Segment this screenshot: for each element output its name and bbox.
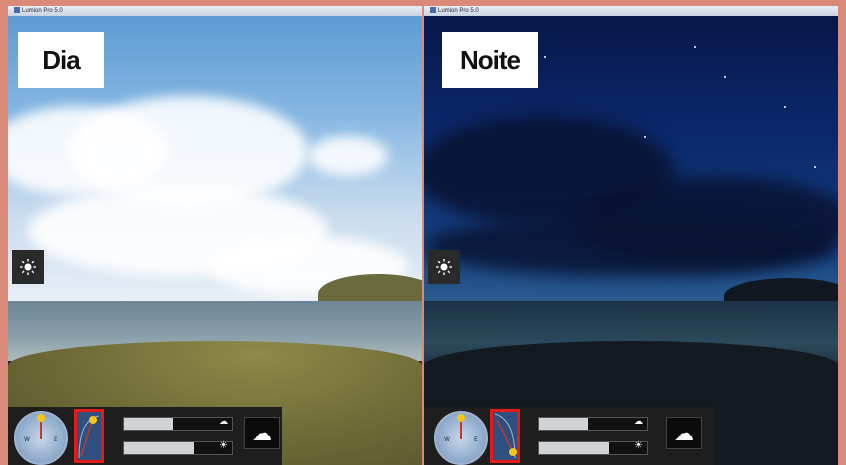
slider-fill [539, 442, 610, 454]
window-title: Lumion Pro 5.0 [22, 8, 63, 14]
compass-icon[interactable]: W E [14, 411, 68, 465]
cloud-icon: ☁ [252, 421, 272, 445]
sun-toggle-button[interactable] [12, 250, 44, 284]
weather-preset-button[interactable]: ☁ [244, 417, 280, 449]
app-icon [430, 7, 436, 13]
compass-icon[interactable]: W E [434, 411, 488, 465]
star [784, 106, 786, 108]
slider-fill [124, 418, 173, 430]
star [724, 76, 726, 78]
app-icon [14, 7, 20, 13]
window-titlebar: Lumion Pro 5.0 [8, 6, 422, 16]
star [814, 166, 816, 168]
sun-icon [20, 259, 36, 275]
window-titlebar: Lumion Pro 5.0 [424, 6, 838, 16]
night-viewport-panel: Lumion Pro 5.0 Noite W E ☁ ☀ ☁ [424, 6, 838, 465]
star [644, 136, 646, 138]
svg-text:E: E [54, 436, 58, 443]
sun-height-control[interactable] [490, 409, 520, 463]
cloud-icon: ☁ [219, 417, 228, 427]
dark-cloud [424, 216, 838, 276]
day-label: Dia [18, 32, 104, 88]
svg-text:W: W [444, 436, 450, 443]
sun-toggle-button[interactable] [428, 250, 460, 284]
cloud-amount-slider[interactable]: ☁ [538, 417, 648, 431]
weather-preset-button[interactable]: ☁ [666, 417, 702, 449]
sun-icon: ☀ [634, 440, 643, 451]
cloud-icon: ☁ [634, 417, 643, 427]
slider-fill [124, 442, 195, 454]
cloud [308, 136, 388, 176]
cloud-icon: ☁ [674, 421, 694, 445]
cloud-amount-slider[interactable]: ☁ [123, 417, 233, 431]
window-title: Lumion Pro 5.0 [438, 8, 479, 14]
star [544, 56, 546, 58]
sun-icon [436, 259, 452, 275]
slider-fill [539, 418, 588, 430]
star [694, 46, 696, 48]
weather-toolbar: W E ☁ ☀ ☁ [424, 407, 714, 465]
sun-icon: ☀ [219, 440, 228, 451]
sun-brightness-slider[interactable]: ☀ [538, 440, 648, 455]
night-label: Noite [442, 32, 538, 88]
sun-height-control[interactable] [74, 409, 104, 463]
svg-text:W: W [24, 436, 30, 443]
frame-accent [0, 234, 8, 236]
svg-text:E: E [474, 436, 478, 443]
sun-brightness-slider[interactable]: ☀ [123, 440, 233, 455]
day-viewport-panel: Lumion Pro 5.0 Dia W E ☁ ☀ ☁ [8, 6, 422, 465]
weather-toolbar: W E ☁ ☀ ☁ [8, 407, 282, 465]
